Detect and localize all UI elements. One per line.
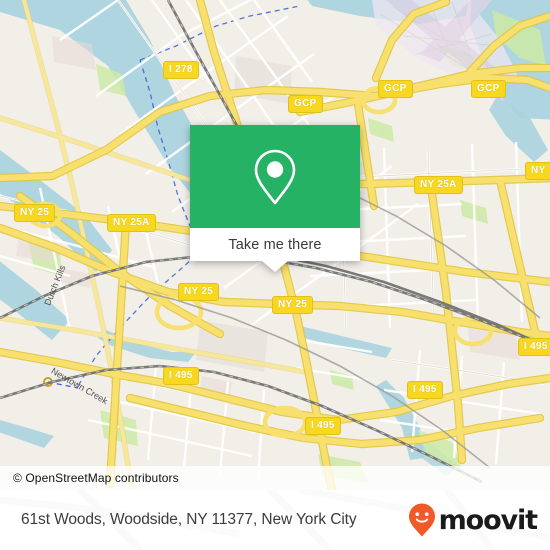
road-shield: I 495: [305, 417, 341, 435]
road-shield: I 278: [163, 61, 199, 79]
moovit-wordmark: moovit: [438, 504, 539, 536]
popup-header: [190, 125, 360, 228]
road-shield: NY 25A: [107, 214, 156, 232]
road-shield: I 495: [407, 381, 443, 399]
road-shield: NY 25A: [414, 176, 463, 194]
footer-bar: 61st Woods, Woodside, NY 11377, New York…: [0, 490, 550, 550]
road-shield: NY: [525, 162, 550, 180]
road-shield: I 495: [518, 338, 550, 356]
take-me-there-button[interactable]: Take me there: [190, 228, 360, 261]
moovit-smiley-pin-icon: [408, 503, 435, 537]
map-canvas[interactable]: I 278 GCP GCP GCP NY 25A NY NY 25 NY 25A NY 25 NY…: [0, 0, 550, 490]
attribution-text: © OpenStreetMap contributors: [13, 471, 179, 485]
road-shield: GCP: [378, 80, 413, 98]
road-shield: NY 25: [14, 204, 56, 222]
road-shield: GCP: [471, 80, 506, 98]
location-popup-card[interactable]: Take me there: [190, 125, 360, 272]
road-shield: GCP: [288, 95, 323, 113]
road-shield: NY 25: [272, 296, 314, 314]
road-shield: I 495: [163, 367, 199, 385]
popup-pointer-tail: [262, 261, 288, 272]
address-label: 61st Woods, Woodside, NY 11377, New York…: [21, 511, 357, 528]
take-me-there-label: Take me there: [228, 236, 322, 253]
moovit-map-screen: I 278 GCP GCP GCP NY 25A NY NY 25 NY 25A NY 25 NY…: [0, 0, 550, 550]
moovit-logo[interactable]: moovit: [407, 502, 539, 538]
road-shield: NY 25: [178, 283, 220, 301]
map-pin-icon: [254, 149, 296, 204]
map-attribution: © OpenStreetMap contributors: [0, 466, 550, 490]
